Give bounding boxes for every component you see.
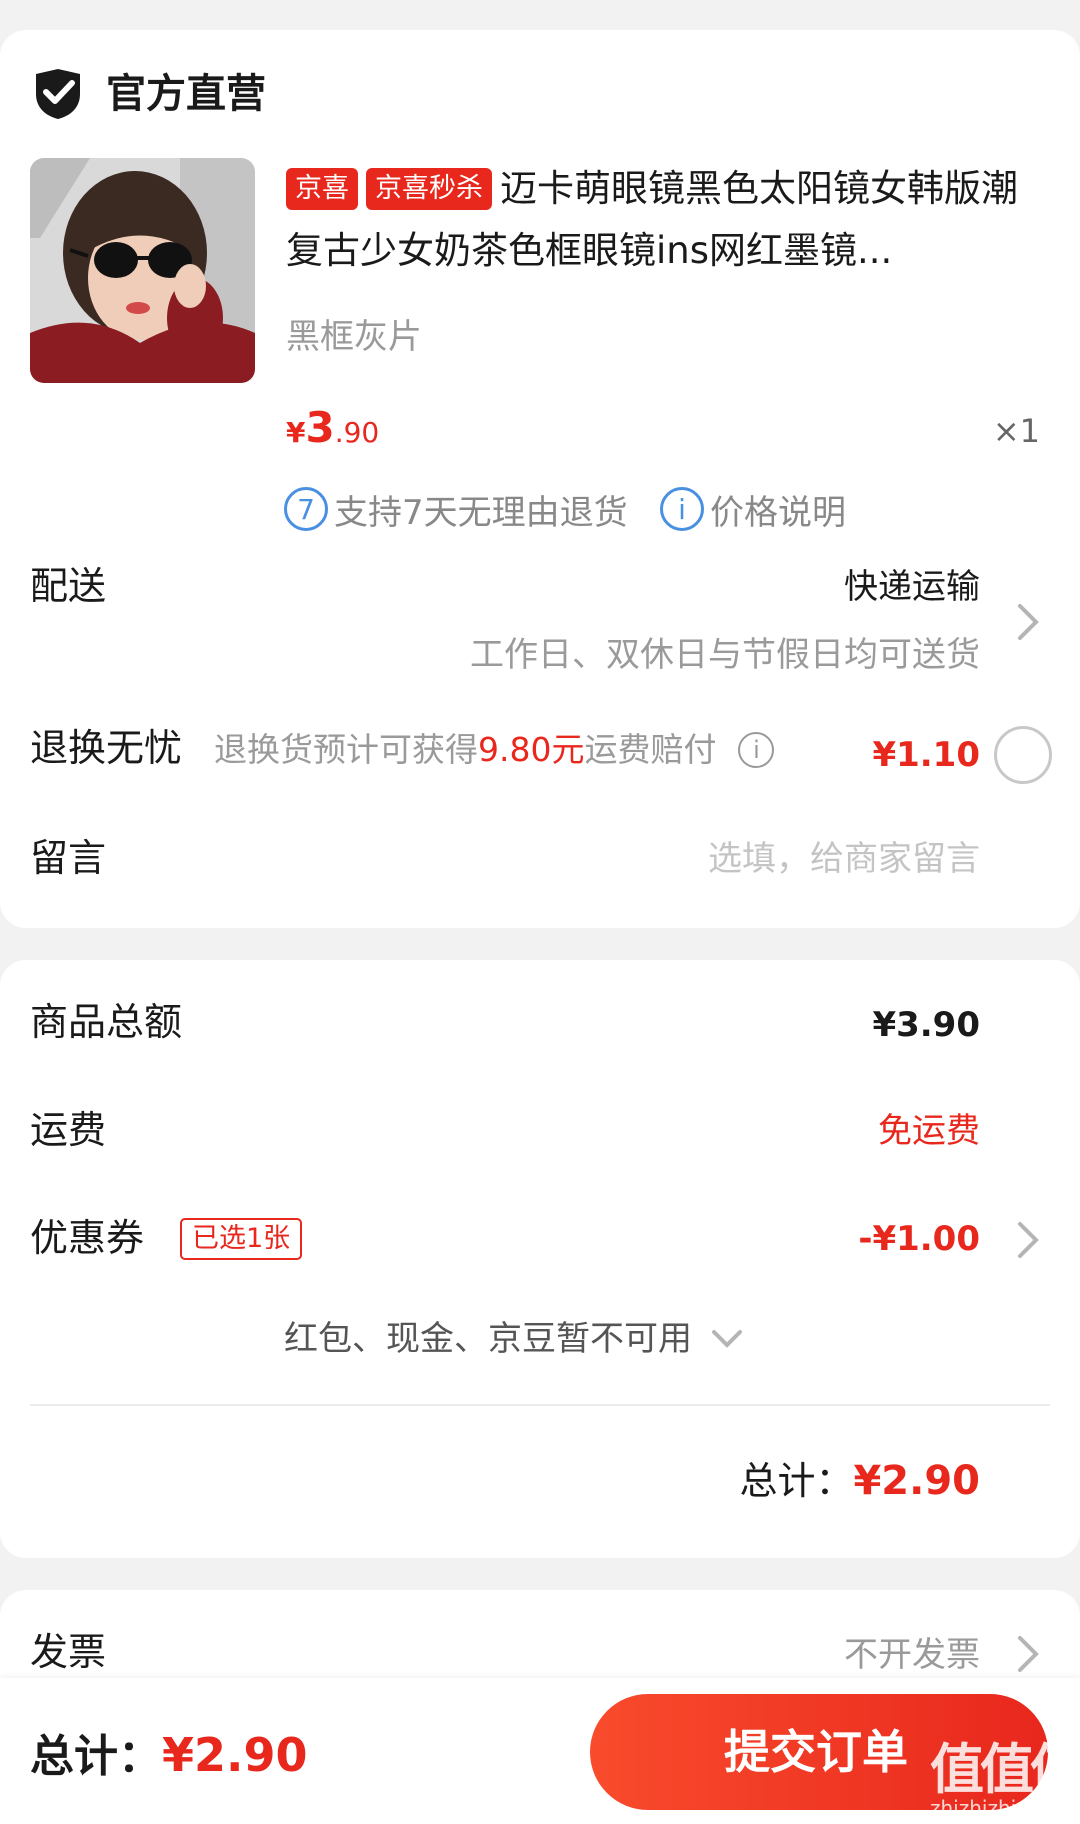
service-price-note[interactable]: i 价格说明: [660, 482, 846, 536]
coupon-label: 优惠券: [30, 1216, 145, 1260]
goods-total-value: ¥3.90: [872, 1005, 980, 1045]
delivery-label: 配送: [30, 564, 107, 608]
coupon-badge: 已选1张: [180, 1218, 303, 1260]
summary-total: 总计： ¥2.90: [739, 1450, 980, 1505]
chevron-down-icon: [712, 1330, 742, 1348]
product-quantity: ×1: [992, 412, 1040, 450]
bottom-total: 总计： ¥2.90: [30, 1720, 308, 1784]
watermark-logo: 值值值: [930, 1738, 1080, 1801]
service-return-7day[interactable]: 7 支持7天无理由退货: [284, 482, 628, 536]
delivery-method[interactable]: 快递运输: [844, 562, 980, 612]
shipping-label: 运费: [30, 1108, 107, 1152]
return-insurance-label: 退换无忧: [30, 726, 183, 770]
message-input[interactable]: 选填，给商家留言: [708, 834, 980, 884]
return-insurance-checkbox[interactable]: [994, 726, 1052, 784]
price-symbol: ¥: [286, 416, 306, 449]
return-desc-prefix: 退换货预计可获得: [214, 730, 478, 769]
watermark-url: zhizhizhi.com: [930, 1796, 1066, 1820]
store-name[interactable]: 官方直营: [106, 64, 266, 124]
bottom-total-label: 总计：: [30, 1731, 162, 1782]
message-label: 留言: [30, 836, 107, 880]
chevron-right-icon[interactable]: [1014, 600, 1042, 644]
return-insurance-desc: 退换货预计可获得 9.80元 运费赔付 i: [214, 727, 775, 773]
return-desc-amount: 9.80元: [478, 730, 585, 769]
chevron-right-icon[interactable]: [1014, 1632, 1042, 1676]
invoice-value[interactable]: 不开发票: [844, 1630, 980, 1680]
tag-jingxi: 京喜: [286, 168, 358, 210]
summary-total-label: 总计：: [739, 1459, 854, 1503]
shipping-value: 免运费: [878, 1111, 980, 1151]
price-decimal: .90: [334, 416, 380, 449]
return-insurance-price: ¥1.10: [872, 735, 980, 775]
bottom-total-value: ¥2.90: [162, 1728, 308, 1782]
product-price: ¥3.90: [286, 400, 379, 465]
coupon-value[interactable]: -¥1.00: [858, 1214, 980, 1264]
product-image[interactable]: [30, 158, 255, 383]
tag-flash-sale: 京喜秒杀: [366, 168, 492, 210]
unavailable-toggle[interactable]: 红包、现金、京豆暂不可用: [284, 1314, 744, 1364]
order-item-card: 官方直营 京喜 京喜秒杀 迈卡萌眼镜黑色太阳镜女韩版潮复古少女奶茶色框眼镜ins网红…: [0, 30, 1080, 928]
info-icon: i: [660, 487, 704, 531]
product-variant: 黑框灰片: [286, 317, 422, 357]
invoice-label: 发票: [30, 1630, 107, 1674]
unavailable-note: 红包、现金、京豆暂不可用: [284, 1319, 692, 1359]
service-price-label: 价格说明: [710, 492, 846, 533]
product-title[interactable]: 京喜 京喜秒杀 迈卡萌眼镜黑色太阳镜女韩版潮复古少女奶茶色框眼镜ins网红墨镜...: [286, 158, 1046, 282]
chevron-right-icon[interactable]: [1014, 1218, 1042, 1262]
summary-divider: [30, 1404, 1050, 1406]
shield-check-icon: [36, 69, 80, 119]
seven-day-icon: 7: [284, 487, 328, 531]
price-integer: 3: [305, 403, 335, 452]
summary-total-value: ¥2.90: [853, 1458, 980, 1504]
goods-total-label: 商品总额: [30, 1000, 183, 1044]
delivery-note: 工作日、双休日与节假日均可送货: [470, 635, 980, 675]
service-return-label: 支持7天无理由退货: [334, 492, 628, 533]
return-desc-suffix: 运费赔付: [584, 730, 717, 769]
info-circle-icon[interactable]: i: [738, 732, 775, 768]
